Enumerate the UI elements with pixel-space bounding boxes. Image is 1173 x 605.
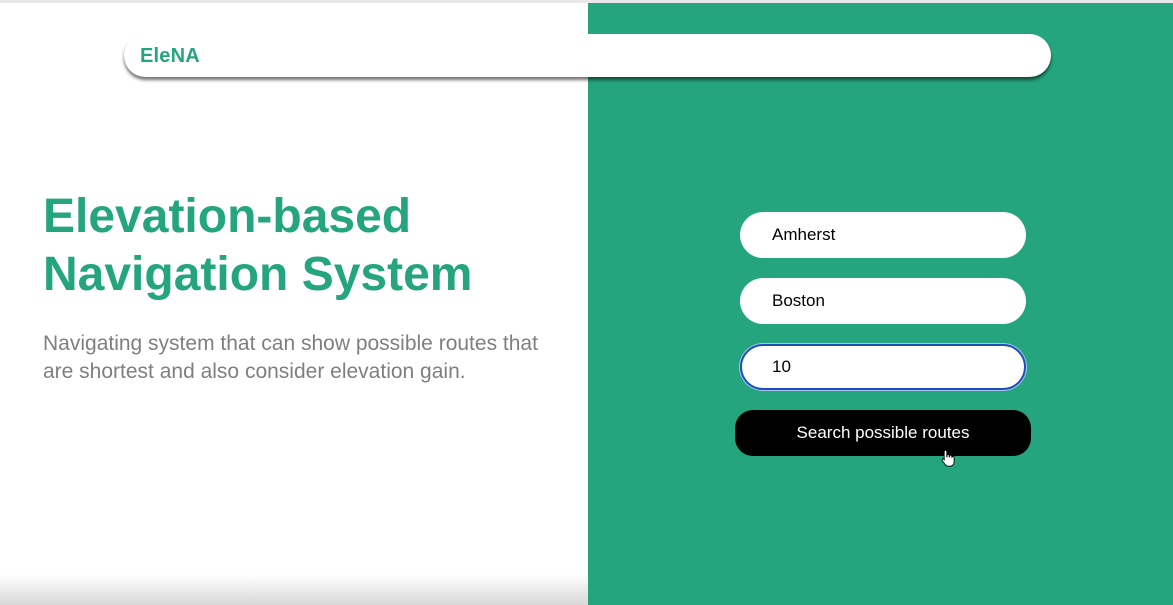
hero-title-line-2: Navigation System bbox=[43, 248, 473, 301]
destination-input[interactable] bbox=[740, 278, 1026, 324]
page: Elevation-based Navigation System Naviga… bbox=[0, 0, 1173, 605]
navbar: EleNA bbox=[124, 34, 1051, 77]
origin-input[interactable] bbox=[740, 212, 1026, 258]
left-pane: Elevation-based Navigation System Naviga… bbox=[0, 3, 588, 605]
brand-logo[interactable]: EleNA bbox=[140, 45, 200, 68]
hero-subtitle: Navigating system that can show possible… bbox=[43, 332, 538, 383]
hand-pointer-icon bbox=[941, 449, 955, 467]
hero-title: Elevation-based Navigation System bbox=[43, 188, 563, 304]
bottom-shade bbox=[0, 574, 588, 605]
search-routes-button[interactable]: Search possible routes bbox=[735, 410, 1031, 456]
hero-title-line-1: Elevation-based bbox=[43, 190, 412, 243]
elevation-percentage-input[interactable] bbox=[740, 344, 1026, 390]
